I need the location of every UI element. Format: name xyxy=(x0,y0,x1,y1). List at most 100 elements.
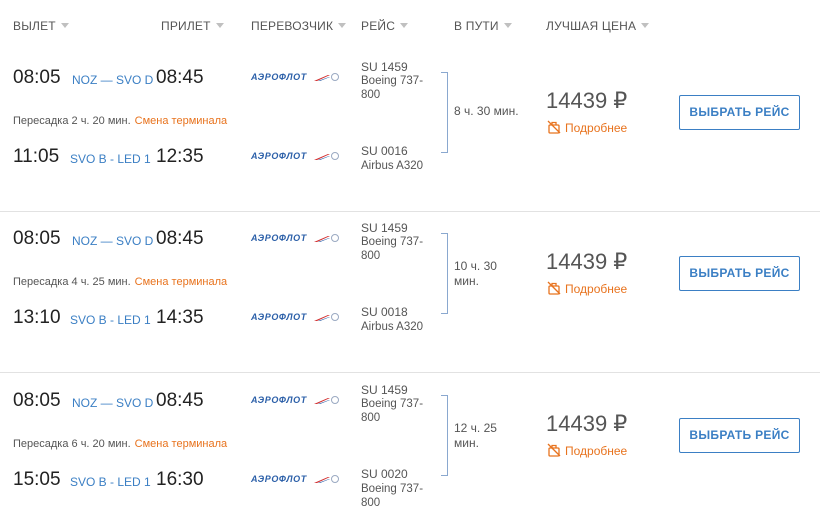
caret-down-icon xyxy=(400,23,409,28)
airline-logo-text: АЭРОФЛОТ xyxy=(251,474,307,484)
aeroflot-logo: АЭРОФЛОТ xyxy=(251,233,341,247)
select-flight-button[interactable]: ВЫБРАТЬ РЕЙС xyxy=(679,95,800,130)
details-link[interactable]: Подробнее xyxy=(547,443,627,458)
airline-wing-icon xyxy=(314,398,330,404)
airline-logo-text: АЭРОФЛОТ xyxy=(251,72,307,82)
select-flight-button[interactable]: ВЫБРАТЬ РЕЙС xyxy=(679,418,800,453)
airline-wing-icon xyxy=(314,154,330,160)
transfer-duration: Пересадка 6 ч. 20 мин. xyxy=(13,438,131,450)
leg1-aircraft: Boeing 737-800 xyxy=(361,398,424,424)
flight-result-row: 08:05 NOZ — SVO D 08:45 АЭРОФЛОТ SU 1459… xyxy=(0,213,820,373)
terminal-change-warning: Смена терминала xyxy=(134,276,228,288)
globe-icon xyxy=(331,152,339,160)
select-flight-button[interactable]: ВЫБРАТЬ РЕЙС xyxy=(679,256,800,291)
depart-header-label: ВЫЛЕТ xyxy=(13,19,56,33)
details-label: Подробнее xyxy=(565,121,628,135)
airline-logo-text: АЭРОФЛОТ xyxy=(251,151,307,161)
leg1-aircraft: Boeing 737-800 xyxy=(361,236,424,262)
aeroflot-logo: АЭРОФЛОТ xyxy=(251,474,341,488)
leg1-flight-number: SU 1459 xyxy=(361,383,408,397)
caret-down-icon xyxy=(215,23,224,28)
leg1-route: NOZ — SVO D xyxy=(72,234,154,248)
leg2-departure-time: 13:10 xyxy=(13,307,61,328)
transfer-info: Пересадка 6 ч. 20 мин. Смена терминала xyxy=(13,438,227,450)
leg2-departure-time: 15:05 xyxy=(13,469,61,490)
caret-down-icon xyxy=(338,23,347,28)
best-price: 14439 ₽ xyxy=(546,411,628,436)
sort-carrier-header[interactable]: ПЕРЕВОЗЧИК xyxy=(251,19,347,33)
leg1-flight-number: SU 1459 xyxy=(361,60,408,74)
sort-arrive-header[interactable]: ПРИЛЕТ xyxy=(161,19,224,33)
terminal-change-warning: Смена терминала xyxy=(134,438,228,450)
duration-bracket xyxy=(441,72,448,153)
sort-duration-header[interactable]: В ПУТИ xyxy=(454,19,512,33)
globe-icon xyxy=(331,313,339,321)
details-label: Подробнее xyxy=(565,444,628,458)
airline-wing-icon xyxy=(314,75,330,81)
caret-down-icon xyxy=(60,23,69,28)
leg1-departure-time: 08:05 xyxy=(13,390,61,411)
total-duration: 8 ч. 30 мин. xyxy=(454,104,519,118)
leg2-aircraft: Boeing 737-800 xyxy=(361,483,424,509)
leg1-flight-number: SU 1459 xyxy=(361,221,408,235)
airline-logo-text: АЭРОФЛОТ xyxy=(251,395,307,405)
airline-logo-text: АЭРОФЛОТ xyxy=(251,312,307,322)
aeroflot-logo: АЭРОФЛОТ xyxy=(251,151,341,165)
baggage-icon xyxy=(547,120,561,134)
leg2-aircraft: Airbus A320 xyxy=(361,321,424,333)
globe-icon xyxy=(331,234,339,242)
flight-header-label: РЕЙС xyxy=(361,19,396,33)
baggage-icon xyxy=(547,281,561,295)
leg1-departure-time: 08:05 xyxy=(13,228,61,249)
aeroflot-logo: АЭРОФЛОТ xyxy=(251,312,341,326)
leg1-aircraft: Boeing 737-800 xyxy=(361,75,424,101)
duration-header-label: В ПУТИ xyxy=(454,19,499,33)
leg2-arrival-time: 12:35 xyxy=(156,146,204,167)
leg2-arrival-time: 16:30 xyxy=(156,469,204,490)
sort-price-header[interactable]: ЛУЧШАЯ ЦЕНА xyxy=(546,19,650,33)
duration-bracket xyxy=(441,395,448,476)
flight-result-row: 08:05 NOZ — SVO D 08:45 АЭРОФЛОТ SU 1459… xyxy=(0,375,820,512)
transfer-duration: Пересадка 4 ч. 25 мин. xyxy=(13,276,131,288)
leg2-route: SVO B - LED 1 xyxy=(70,475,151,489)
duration-bracket xyxy=(441,233,448,314)
details-link[interactable]: Подробнее xyxy=(547,120,627,135)
transfer-info: Пересадка 4 ч. 25 мин. Смена терминала xyxy=(13,276,227,288)
carrier-header-label: ПЕРЕВОЗЧИК xyxy=(251,19,334,33)
transfer-duration: Пересадка 2 ч. 20 мин. xyxy=(13,115,131,127)
details-link[interactable]: Подробнее xyxy=(547,281,627,296)
results-header: ВЫЛЕТ ПРИЛЕТ ПЕРЕВОЗЧИК РЕЙС В ПУТИ ЛУЧШ… xyxy=(0,0,820,52)
best-price: 14439 ₽ xyxy=(546,88,628,113)
leg1-arrival-time: 08:45 xyxy=(156,228,204,249)
leg1-route: NOZ — SVO D xyxy=(72,73,154,87)
leg2-flight-number: SU 0020 xyxy=(361,467,408,481)
leg2-flight-number: SU 0018 xyxy=(361,305,408,319)
leg2-aircraft: Airbus A320 xyxy=(361,160,424,172)
best-price: 14439 ₽ xyxy=(546,249,628,274)
leg2-flight-number: SU 0016 xyxy=(361,144,408,158)
sort-flight-header[interactable]: РЕЙС xyxy=(361,19,409,33)
leg1-arrival-time: 08:45 xyxy=(156,67,204,88)
leg2-route: SVO B - LED 1 xyxy=(70,152,151,166)
leg2-route: SVO B - LED 1 xyxy=(70,313,151,327)
arrive-header-label: ПРИЛЕТ xyxy=(161,19,211,33)
sort-depart-header[interactable]: ВЫЛЕТ xyxy=(13,19,69,33)
airline-wing-icon xyxy=(314,315,330,321)
aeroflot-logo: АЭРОФЛОТ xyxy=(251,395,341,409)
aeroflot-logo: АЭРОФЛОТ xyxy=(251,72,341,86)
baggage-icon xyxy=(547,443,561,457)
terminal-change-warning: Смена терминала xyxy=(134,115,228,127)
caret-down-icon xyxy=(641,23,650,28)
transfer-info: Пересадка 2 ч. 20 мин. Смена терминала xyxy=(13,115,227,127)
leg2-departure-time: 11:05 xyxy=(13,146,60,167)
flight-result-row: 08:05 NOZ — SVO D 08:45 АЭРОФЛОТ SU 1459… xyxy=(0,52,820,212)
leg1-arrival-time: 08:45 xyxy=(156,390,204,411)
airline-wing-icon xyxy=(314,477,330,483)
details-label: Подробнее xyxy=(565,282,628,296)
airline-logo-text: АЭРОФЛОТ xyxy=(251,233,307,243)
leg1-departure-time: 08:05 xyxy=(13,67,61,88)
price-header-label: ЛУЧШАЯ ЦЕНА xyxy=(546,19,637,33)
total-duration: 12 ч. 25 мин. xyxy=(454,421,497,450)
globe-icon xyxy=(331,73,339,81)
leg1-route: NOZ — SVO D xyxy=(72,396,154,410)
